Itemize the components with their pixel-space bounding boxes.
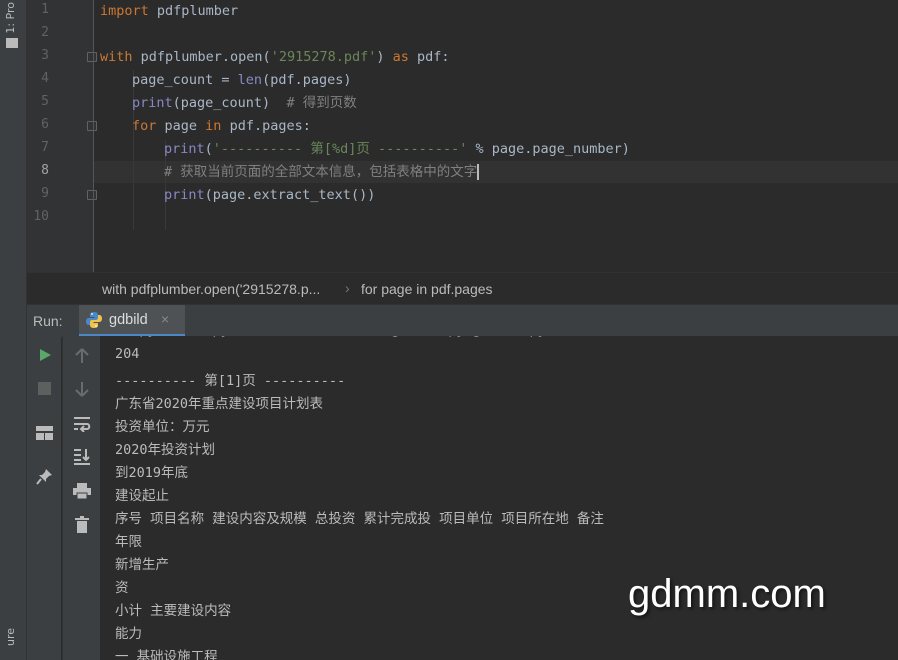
up-arrow-icon[interactable] xyxy=(75,348,89,364)
code-line-4: page_count = len(pdf.pages) xyxy=(132,70,351,90)
breadcrumb: with pdfplumber.open('2915278.p... › for… xyxy=(27,272,898,305)
run-toolbar-right xyxy=(62,336,101,660)
line-number: 1 xyxy=(41,2,49,17)
line-number: 2 xyxy=(41,25,49,40)
code-text: (page.extract_text()) xyxy=(204,187,376,203)
layout-icon[interactable] xyxy=(36,426,53,440)
comment: # 获取当前页面的全部文本信息，包括表格中的文字 xyxy=(164,164,478,180)
chevron-right-icon: › xyxy=(345,280,350,296)
code-text: ) xyxy=(376,49,393,65)
code-text: page_count = xyxy=(132,72,238,88)
console-line: 年限 xyxy=(115,534,142,550)
text-caret xyxy=(477,164,480,180)
line-number: 8 xyxy=(41,163,49,178)
console-line: 新增生产 xyxy=(115,557,169,573)
scroll-to-end-icon[interactable] xyxy=(73,448,91,465)
keyword: for xyxy=(132,118,157,134)
editor-gutter: 1 2 3 4 5 6 7 8 9 10 xyxy=(27,0,97,272)
builtin: print xyxy=(132,95,173,111)
keyword: import xyxy=(100,3,149,19)
python-icon xyxy=(86,312,102,328)
fold-marker-icon[interactable] xyxy=(87,190,97,200)
code-text: pdf.pages: xyxy=(221,118,311,134)
code-line-6: for page in pdf.pages: xyxy=(132,116,311,136)
run-toolbar-left xyxy=(27,336,61,660)
keyword: as xyxy=(392,49,409,65)
builtin: len xyxy=(237,72,263,88)
line-number: 10 xyxy=(33,209,49,224)
console-line: 建设起止 xyxy=(115,488,169,504)
print-icon[interactable] xyxy=(73,483,91,499)
code-text: pdfplumber.open( xyxy=(132,49,271,65)
code-line-7: print('---------- 第[%d]页 ----------' % p… xyxy=(164,139,630,159)
trash-icon[interactable] xyxy=(75,516,89,533)
code-line-3: with pdfplumber.open('2915278.pdf') as p… xyxy=(100,47,450,67)
left-tool-strip: 1: Pro ure xyxy=(0,0,27,660)
console-line: 序号 项目名称 建设内容及规模 总投资 累计完成投 项目单位 项目所在地 备注 xyxy=(115,511,604,527)
down-arrow-icon[interactable] xyxy=(75,381,89,397)
breadcrumb-item-for[interactable]: for page in pdf.pages xyxy=(361,281,493,297)
pin-icon[interactable] xyxy=(36,468,53,485)
console-line: 204 xyxy=(115,346,140,362)
string-literal: '---------- 第[%d]页 ----------' xyxy=(212,141,468,157)
code-text: (page_count) xyxy=(172,95,287,111)
breadcrumb-item-with[interactable]: with pdfplumber.open('2915278.p... xyxy=(102,281,320,297)
line-number: 7 xyxy=(41,140,49,155)
run-tab-gdbild[interactable]: gdbild × xyxy=(79,305,185,337)
console-line: 2020年投资计划 xyxy=(115,442,216,458)
console-line: 广东省2020年重点建设项目计划表 xyxy=(115,396,324,412)
keyword: with xyxy=(100,49,133,65)
line-number: 6 xyxy=(41,117,49,132)
structure-tool-tab[interactable]: ure xyxy=(4,628,17,646)
code-line-1: import pdfplumber xyxy=(100,1,238,21)
console-line: ---------- 第[1]页 ---------- xyxy=(115,373,346,389)
run-tab-label: gdbild xyxy=(109,312,148,328)
console-line: 一 基础设施工程 xyxy=(115,649,218,660)
console-line: 投资单位：万元 xyxy=(115,419,210,435)
console-line-cut: D:\python36\python.exe D:/www/dev/gdbild… xyxy=(115,336,546,338)
code-text: pdf: xyxy=(408,49,450,65)
folder-icon[interactable] xyxy=(6,38,18,48)
stop-icon[interactable] xyxy=(38,382,51,395)
keyword: in xyxy=(205,118,222,134)
string-literal: '2915278.pdf' xyxy=(270,49,377,65)
code-line-5: print(page_count) # 得到页数 xyxy=(132,93,357,113)
console-line: 能力 xyxy=(115,626,142,642)
code-text: (pdf.pages) xyxy=(262,72,352,88)
code-text: page xyxy=(156,118,206,134)
code-line-8: # 获取当前页面的全部文本信息，包括表格中的文字 xyxy=(164,162,480,182)
run-tab-bar: Run: gdbild × xyxy=(27,304,898,338)
close-icon[interactable]: × xyxy=(161,311,169,327)
console-line: 小计 主要建设内容 xyxy=(115,603,232,619)
line-number: 4 xyxy=(41,71,49,86)
fold-marker-icon[interactable] xyxy=(87,121,97,131)
run-label: Run: xyxy=(33,313,63,329)
line-number: 5 xyxy=(41,94,49,109)
console-line: 资 xyxy=(115,580,129,596)
builtin: print xyxy=(164,187,205,203)
code-line-9: print(page.extract_text()) xyxy=(164,185,375,205)
comment: # 得到页数 xyxy=(286,95,357,111)
code-text: pdfplumber xyxy=(148,3,239,19)
soft-wrap-icon[interactable] xyxy=(73,416,91,432)
project-tool-tab[interactable]: 1: Pro xyxy=(4,2,17,34)
code-text: ( xyxy=(204,141,213,157)
builtin: print xyxy=(164,141,205,157)
watermark: gdmm.com xyxy=(628,572,826,616)
gutter-separator xyxy=(93,0,94,272)
fold-marker-icon[interactable] xyxy=(87,52,97,62)
line-number: 3 xyxy=(41,48,49,63)
run-icon[interactable] xyxy=(38,348,52,362)
code-text: % page.page_number) xyxy=(467,141,630,157)
line-number: 9 xyxy=(41,186,49,201)
console-line: 到2019年底 xyxy=(115,465,189,481)
code-editor[interactable]: 1 2 3 4 5 6 7 8 9 10 import pdfplumber w… xyxy=(27,0,898,272)
